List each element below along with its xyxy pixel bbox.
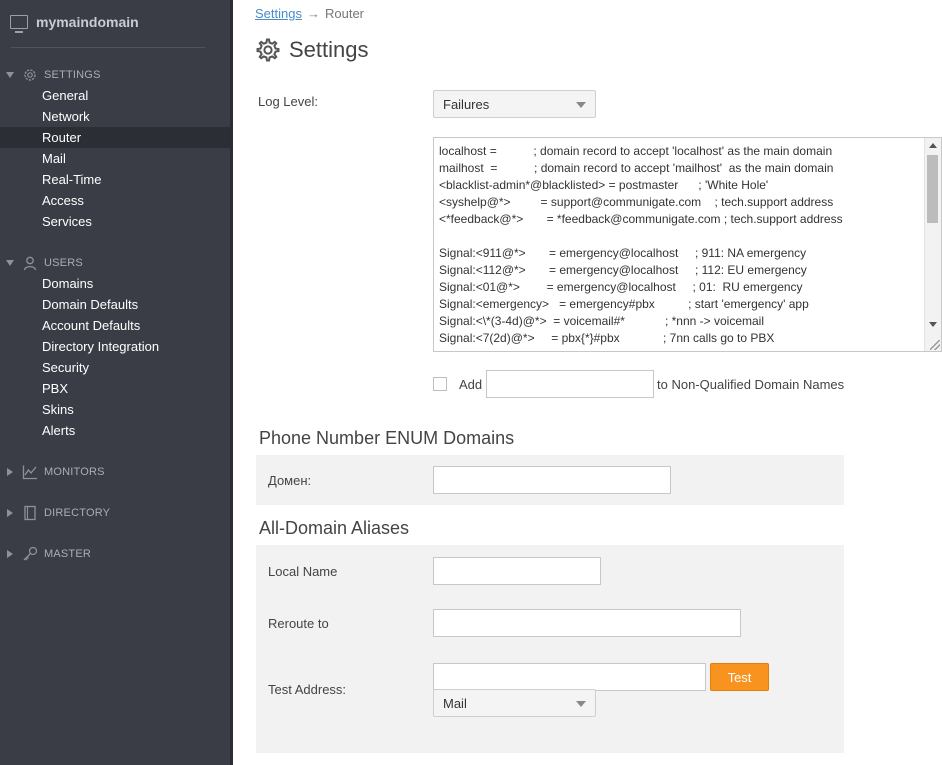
router-table-line: <syshelp@*> = support@communigate.com ; …: [439, 195, 834, 209]
router-table-line: Signal:<01@*> = emergency@localhost ; 01…: [439, 280, 803, 294]
resize-grip-icon[interactable]: [930, 340, 940, 350]
sidebar-section-label: MONITORS: [44, 466, 105, 478]
breadcrumb-arrow: →: [306, 6, 320, 21]
router-table-line: Signal:<emergency> = emergency#pbx ; sta…: [439, 297, 809, 311]
router-table-line: <blacklist-admin*@blacklisted> = postmas…: [439, 178, 769, 192]
sidebar-section-monitors[interactable]: MONITORS: [0, 464, 105, 480]
sidebar-item-real-time[interactable]: Real-Time: [0, 169, 230, 190]
chart-icon: [22, 464, 38, 480]
non-qualified-suffix: to Non-Qualified Domain Names: [657, 377, 845, 392]
sidebar-item-account-defaults[interactable]: Account Defaults: [0, 315, 230, 336]
sidebar-item-domain-defaults[interactable]: Domain Defaults: [0, 294, 230, 315]
test-button[interactable]: Test: [710, 663, 769, 691]
sidebar: mymaindomain SETTINGS General Network Ro…: [0, 0, 233, 765]
sidebar-item-mail[interactable]: Mail: [0, 148, 230, 169]
sidebar-section-directory[interactable]: DIRECTORY: [0, 505, 110, 521]
test-address-input[interactable]: [433, 663, 706, 691]
log-level-value: Failures: [443, 96, 490, 112]
book-icon: [22, 505, 38, 521]
sidebar-item-access[interactable]: Access: [0, 190, 230, 211]
caret-down-icon: [576, 701, 586, 707]
sidebar-item-alerts[interactable]: Alerts: [0, 420, 230, 441]
gear-icon: [256, 38, 280, 62]
router-table-textarea[interactable]: localhost = ; domain record to accept 'l…: [433, 137, 942, 352]
page-header: Settings: [254, 37, 369, 63]
sidebar-section-label: MASTER: [44, 548, 92, 560]
add-label: Add: [459, 377, 483, 392]
key-icon: [22, 546, 38, 562]
sidebar-item-domains[interactable]: Domains: [0, 273, 230, 294]
local-name-label: Local Name: [268, 564, 338, 579]
sidebar-item-services[interactable]: Services: [0, 211, 230, 232]
chevron-down-icon: [6, 72, 14, 78]
local-name-input[interactable]: [433, 557, 601, 585]
sidebar-item-router[interactable]: Router: [0, 127, 230, 148]
test-address-label: Test Address:: [268, 682, 347, 697]
sidebar-section-users[interactable]: USERS: [0, 255, 83, 271]
breadcrumb-current: Router: [324, 6, 365, 21]
sidebar-item-security[interactable]: Security: [0, 357, 230, 378]
reroute-to-label: Reroute to: [268, 616, 329, 631]
sidebar-item-general[interactable]: General: [0, 85, 230, 106]
sidebar-divider: [11, 47, 205, 48]
enum-domain-label: Домен:: [268, 473, 312, 488]
gear-icon: [22, 67, 38, 83]
reroute-to-input[interactable]: [433, 609, 741, 637]
router-table-line: Signal:<112@*> = emergency@localhost ; 1…: [439, 263, 807, 277]
router-table-line: <*feedback@*> = *feedback@communigate.co…: [439, 212, 843, 226]
page-title: Settings: [289, 37, 369, 62]
add-non-qualified-checkbox[interactable]: [433, 377, 447, 391]
router-table-line: [439, 228, 923, 245]
chevron-down-icon: [6, 260, 14, 266]
sidebar-section-label: DIRECTORY: [44, 507, 111, 519]
non-qualified-domain-input[interactable]: [486, 370, 654, 398]
scrollbar-thumb[interactable]: [927, 155, 938, 223]
sidebar-section-settings[interactable]: SETTINGS: [0, 67, 101, 83]
aliases-section-title: All-Domain Aliases: [259, 518, 410, 538]
router-table-line: mailhost = ; domain record to accept 'ma…: [439, 161, 834, 175]
router-table-line: Signal:<\*(3-4d)@*> = voicemail#* ; *nnn…: [439, 314, 764, 328]
brand[interactable]: mymaindomain: [10, 14, 139, 33]
sidebar-edge: [230, 0, 233, 765]
log-level-select[interactable]: Failures: [433, 90, 596, 118]
test-protocol-value: Mail: [443, 695, 467, 711]
scroll-down-icon[interactable]: [929, 322, 937, 327]
sidebar-item-network[interactable]: Network: [0, 106, 230, 127]
sidebar-item-pbx[interactable]: PBX: [0, 378, 230, 399]
scroll-up-icon[interactable]: [929, 143, 937, 148]
sidebar-section-label: SETTINGS: [44, 69, 101, 81]
log-level-label: Log Level:: [258, 94, 318, 109]
brand-name: mymaindomain: [36, 14, 139, 30]
router-table-line: Signal:<7(2d)@*> = pbx{*}#pbx ; 7nn call…: [439, 331, 775, 345]
enum-section-title: Phone Number ENUM Domains: [259, 428, 515, 448]
scrollbar[interactable]: [924, 138, 941, 351]
sidebar-section-label: USERS: [44, 257, 83, 269]
sidebar-section-master[interactable]: MASTER: [0, 546, 91, 562]
user-icon: [22, 255, 38, 271]
enum-domain-input[interactable]: [433, 466, 671, 494]
sidebar-item-skins[interactable]: Skins: [0, 399, 230, 420]
router-table-text: localhost = ; domain record to accept 'l…: [439, 143, 923, 347]
sidebar-item-directory-integration[interactable]: Directory Integration: [0, 336, 230, 357]
caret-down-icon: [576, 102, 586, 108]
router-table-line: Signal:<911@*> = emergency@localhost ; 9…: [439, 246, 807, 260]
breadcrumb-settings-link[interactable]: Settings: [255, 6, 302, 21]
chevron-right-icon: [7, 468, 13, 476]
chevron-right-icon: [7, 550, 13, 558]
router-table-line: localhost = ; domain record to accept 'l…: [439, 144, 833, 158]
monitor-icon: [10, 15, 28, 33]
chevron-right-icon: [7, 509, 13, 517]
test-protocol-select[interactable]: Mail: [433, 689, 596, 717]
breadcrumb: Settings → Router: [255, 6, 364, 21]
